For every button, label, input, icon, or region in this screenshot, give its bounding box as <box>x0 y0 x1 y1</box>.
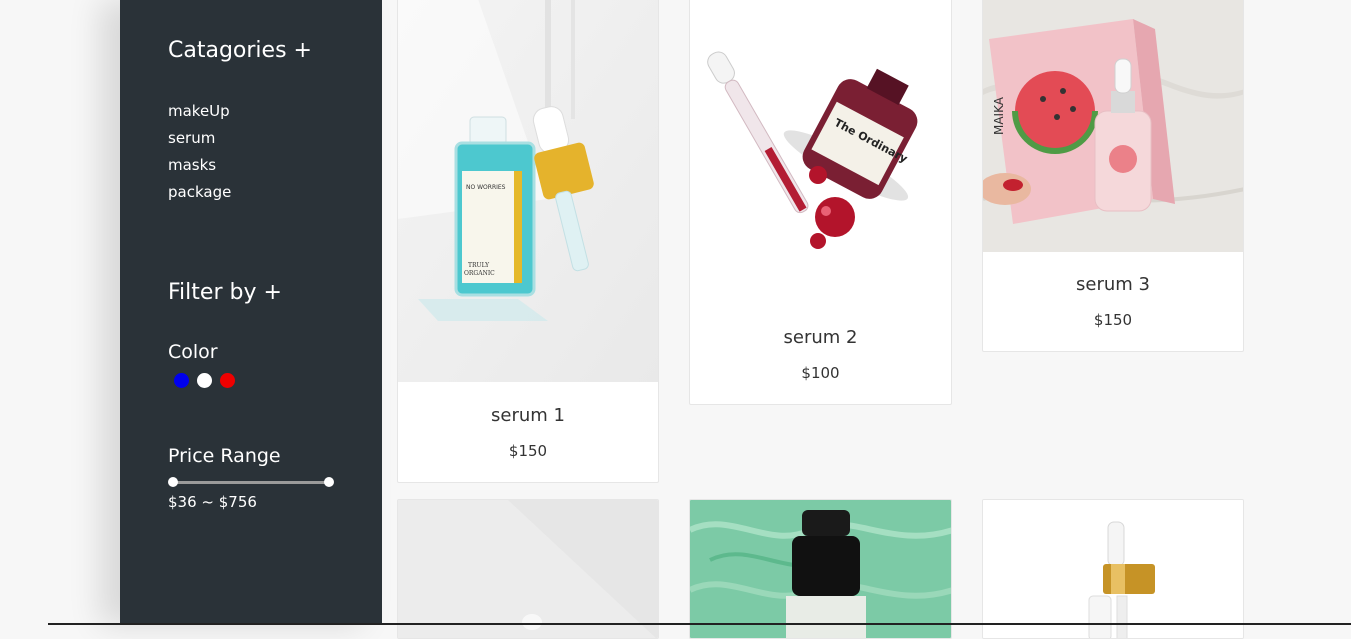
color-swatch-blue[interactable] <box>174 373 189 388</box>
product-card[interactable] <box>397 499 659 639</box>
product-image <box>690 500 951 638</box>
color-swatch-white[interactable] <box>197 373 212 388</box>
slider-fill <box>173 481 329 484</box>
color-label: Color <box>168 341 218 363</box>
category-item-serum[interactable]: serum <box>168 125 231 152</box>
categories-title[interactable]: Catagories + <box>168 38 312 63</box>
product-name[interactable]: serum 3 <box>983 274 1243 295</box>
product-image: The Ordinary <box>690 0 951 299</box>
product-card[interactable]: The Ordinary serum 2 $100 <box>689 0 952 405</box>
product-price: $150 <box>1093 311 1133 329</box>
color-swatch-red[interactable] <box>220 373 235 388</box>
filter-title[interactable]: Filter by + <box>168 280 282 305</box>
category-item-package[interactable]: package <box>168 179 231 206</box>
category-item-masks[interactable]: masks <box>168 152 231 179</box>
slider-min-thumb[interactable] <box>168 477 178 487</box>
price-range-label: Price Range <box>168 445 281 467</box>
price-range-value: $36 ~ $756 <box>168 493 257 511</box>
color-swatches <box>174 373 235 388</box>
product-image: NO WORRIES TRULY ORGANIC <box>398 0 658 382</box>
svg-text:NO WORRIES: NO WORRIES <box>466 184 506 191</box>
product-card[interactable] <box>982 499 1244 639</box>
product-name[interactable]: serum 1 <box>398 405 658 426</box>
sidebar: Catagories + makeUp serum masks package … <box>120 0 382 625</box>
product-card[interactable]: NO WORRIES TRULY ORGANIC serum 1 $150 <box>397 0 659 483</box>
product-card[interactable] <box>689 499 952 639</box>
product-price: $150 <box>508 442 548 460</box>
product-price: $100 <box>801 364 840 382</box>
product-name[interactable]: serum 2 <box>690 327 951 348</box>
product-image <box>983 500 1243 638</box>
category-list: makeUp serum masks package <box>168 98 231 206</box>
category-item-makeup[interactable]: makeUp <box>168 98 231 125</box>
product-card[interactable]: MAIKA serum 3 $150 <box>982 0 1244 352</box>
svg-text:MAIKA: MAIKA <box>992 96 1006 135</box>
price-range-slider[interactable] <box>168 477 334 489</box>
product-image: MAIKA <box>983 0 1243 252</box>
svg-text:ORGANIC: ORGANIC <box>464 270 495 277</box>
svg-text:TRULY: TRULY <box>468 262 490 269</box>
slider-max-thumb[interactable] <box>324 477 334 487</box>
product-image <box>398 500 658 638</box>
